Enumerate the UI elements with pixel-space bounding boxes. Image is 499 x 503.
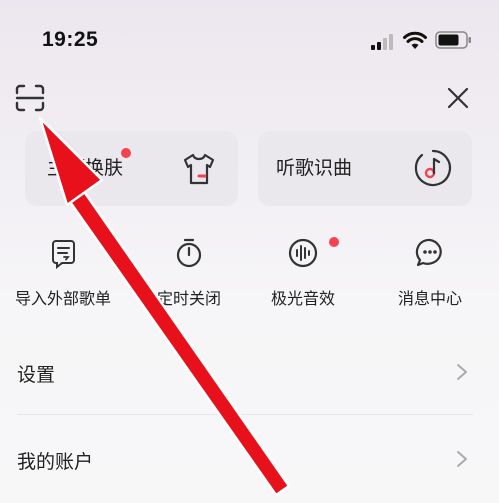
- song-recognition-label: 听歌识曲: [276, 157, 353, 179]
- theme-skin-badge-dot: [121, 148, 131, 158]
- chevron-right-icon: [457, 364, 467, 380]
- cellular-signal-icon: [371, 34, 393, 50]
- my-account-row[interactable]: 我的账户: [0, 417, 499, 503]
- import-playlist-button[interactable]: 导入外部歌单: [3, 237, 123, 308]
- chevron-right-icon: [457, 451, 467, 467]
- my-account-label: 我的账户: [17, 451, 94, 473]
- message-bubble-icon: [415, 238, 442, 267]
- tshirt-icon: [183, 153, 215, 185]
- sleep-timer-button[interactable]: 定时关闭: [129, 237, 249, 308]
- audio-waveform-icon: [288, 238, 318, 268]
- battery-icon: [435, 31, 471, 49]
- wifi-icon: [403, 31, 427, 49]
- timer-icon: [176, 238, 202, 268]
- row-divider: [17, 414, 473, 415]
- settings-row[interactable]: 设置: [0, 330, 499, 416]
- scan-icon[interactable]: [15, 84, 45, 112]
- music-disc-icon: [414, 149, 452, 187]
- import-playlist-icon: [52, 240, 75, 269]
- status-bar: 19:25: [0, 0, 499, 80]
- status-time: 19:25: [42, 28, 99, 51]
- import-playlist-label: 导入外部歌单: [14, 289, 111, 308]
- sleep-timer-label: 定时关闭: [156, 289, 221, 308]
- aurora-badge-dot: [329, 237, 339, 247]
- message-center-button[interactable]: 消息中心: [370, 237, 490, 308]
- aurora-sound-effect-label: 极光音效: [270, 289, 335, 308]
- aurora-sound-effect-button[interactable]: 极光音效: [243, 237, 363, 308]
- message-center-label: 消息中心: [397, 289, 462, 308]
- theme-skin-label: 主题换肤: [47, 157, 124, 179]
- close-icon[interactable]: [446, 86, 470, 110]
- theme-skin-card[interactable]: 主题换肤: [25, 131, 238, 206]
- settings-label: 设置: [17, 364, 56, 386]
- song-recognition-card[interactable]: 听歌识曲: [258, 131, 472, 206]
